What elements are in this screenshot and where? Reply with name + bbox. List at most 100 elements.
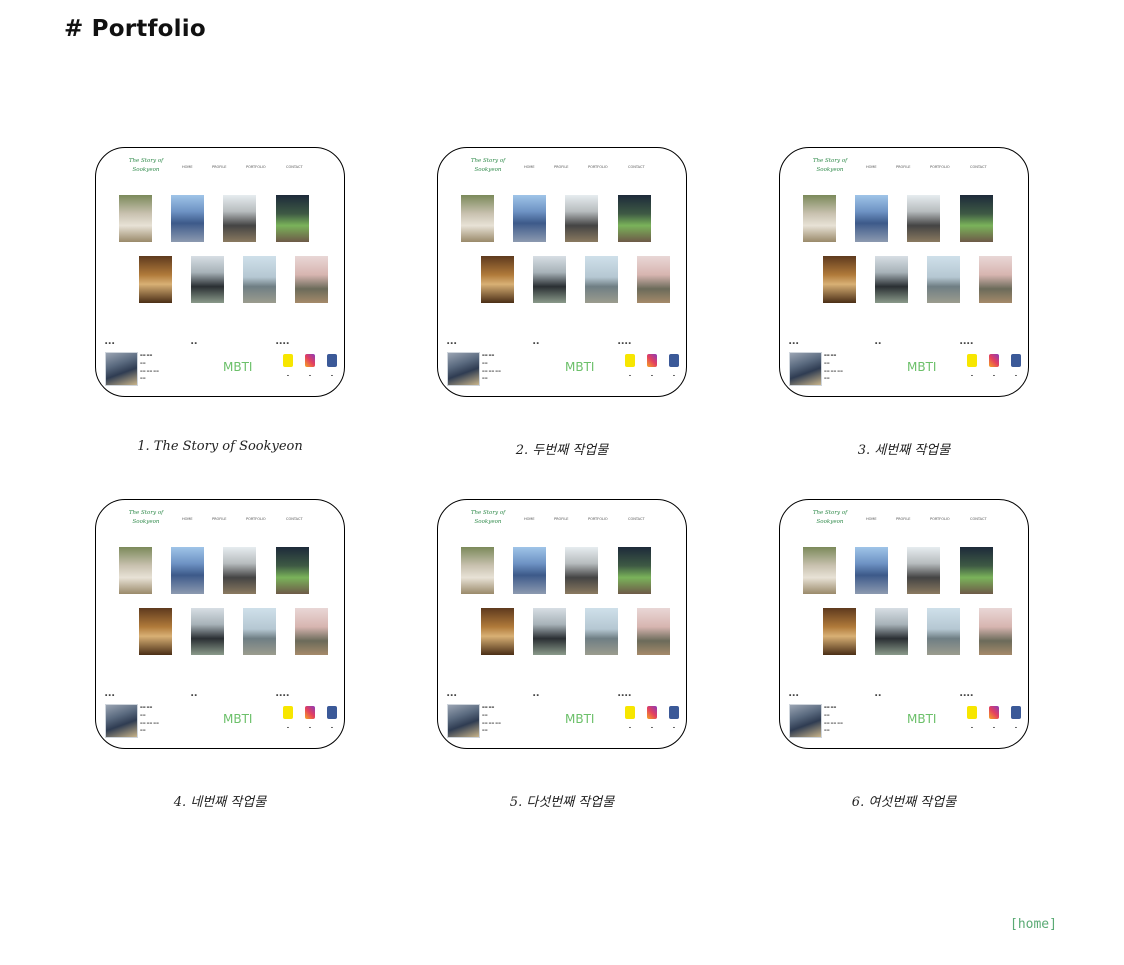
preview-profile-line: ▬▬ ▬▬ ▬▬ (482, 721, 501, 725)
preview-mbti: MBTI (565, 360, 595, 374)
portfolio-card[interactable]: The Story of Sookyeon HOME PROFILE PORTF… (437, 499, 687, 810)
photo-trees (223, 195, 256, 242)
photo-panda (119, 547, 152, 594)
preview-profile-line: ▬▬ ▬▬ (140, 705, 153, 709)
preview-profile-line: ▬▬ (140, 361, 146, 365)
preview-mbti: MBTI (223, 360, 253, 374)
portfolio-caption[interactable]: 5. 다섯번째 작업물 (407, 791, 717, 810)
photo-cafe (823, 256, 856, 303)
preview-section-label: ▪ ▪ ▪ ▪ (276, 341, 289, 345)
preview-nav-item: PROFILE (212, 517, 227, 521)
preview-profile-line: ▬▬ (140, 728, 146, 732)
photo-stadium (960, 547, 993, 594)
portfolio-thumbnail[interactable]: The Story of Sookyeon HOME PROFILE PORTF… (779, 499, 1029, 749)
portfolio-card[interactable]: The Story of Sookyeon HOME PROFILE PORTF… (779, 147, 1029, 458)
facebook-icon (327, 706, 337, 719)
preview-profile-line: ▬▬ (824, 713, 830, 717)
facebook-icon (669, 354, 679, 367)
preview-nav-item: CONTACT (970, 517, 987, 521)
photo-stadium (276, 195, 309, 242)
preview-nav-item: HOME (866, 517, 877, 521)
preview-profile-line: ▬▬ ▬▬ (824, 353, 837, 357)
photo-person-blossom (533, 256, 566, 303)
preview-section-label: ▪ ▪ (191, 693, 197, 697)
instagram-icon (989, 706, 999, 719)
portfolio-thumbnail[interactable]: The Story of Sookyeon HOME PROFILE PORTF… (779, 147, 1029, 397)
home-link[interactable]: [home] (1010, 917, 1057, 932)
preview-nav-item: CONTACT (628, 517, 645, 521)
preview-nav-item: CONTACT (970, 165, 987, 169)
facebook-icon (327, 354, 337, 367)
kakaotalk-icon (967, 354, 977, 367)
preview-mbti: MBTI (565, 712, 595, 726)
photo-person-blossom (875, 256, 908, 303)
preview-screenshot (789, 704, 822, 738)
photo-trees (565, 195, 598, 242)
preview-profile-line: ▬▬ ▬▬ ▬▬ (140, 369, 159, 373)
photo-panda (461, 195, 494, 242)
social-label: ▬ (970, 374, 974, 377)
photo-trees (907, 547, 940, 594)
preview-logo: The Story of Sookyeon (128, 510, 164, 525)
preview-nav-item: PORTFOLIO (588, 517, 608, 521)
preview-profile-line: ▬▬ ▬▬ (140, 353, 153, 357)
social-label: ▬ (672, 374, 676, 377)
photo-trees (907, 195, 940, 242)
social-label: ▬ (330, 374, 334, 377)
portfolio-thumbnail[interactable]: The Story of Sookyeon HOME PROFILE PORTF… (437, 499, 687, 749)
photo-river (585, 608, 618, 655)
preview-section-label: ▪ ▪ ▪ ▪ (618, 693, 631, 697)
preview-profile-line: ▬▬ ▬▬ (482, 353, 495, 357)
preview-nav-item: HOME (182, 517, 193, 521)
preview-nav-item: PORTFOLIO (930, 517, 950, 521)
portfolio-caption[interactable]: 6. 여섯번째 작업물 (749, 791, 1059, 810)
photo-stadium (960, 195, 993, 242)
preview-nav-item: PROFILE (554, 165, 569, 169)
preview-section-label: ▪ ▪ ▪ ▪ (618, 341, 631, 345)
portfolio-caption[interactable]: 1. The Story of Sookyeon (65, 439, 375, 454)
portfolio-thumbnail[interactable]: The Story of Sookyeon HOME PROFILE PORTF… (95, 147, 345, 397)
instagram-icon (305, 354, 315, 367)
photo-stadium (618, 547, 651, 594)
preview-profile-line: ▬▬ (824, 361, 830, 365)
portfolio-caption[interactable]: 4. 네번째 작업물 (65, 791, 375, 810)
portfolio-caption[interactable]: 3. 세번째 작업물 (749, 439, 1059, 458)
photo-cafe (139, 608, 172, 655)
facebook-icon (1011, 706, 1021, 719)
portfolio-caption[interactable]: 2. 두번째 작업물 (407, 439, 717, 458)
photo-cherry-blossom (637, 608, 670, 655)
preview-mbti: MBTI (907, 360, 937, 374)
social-label: ▬ (650, 726, 654, 729)
photo-river (243, 608, 276, 655)
preview-section-label: ▪ ▪ ▪ (789, 693, 799, 697)
preview-nav-item: HOME (524, 165, 535, 169)
preview-section-label: ▪ ▪ ▪ (447, 693, 457, 697)
portfolio-card[interactable]: The Story of Sookyeon HOME PROFILE PORTF… (437, 147, 687, 458)
social-label: ▬ (308, 726, 312, 729)
photo-person-blossom (875, 608, 908, 655)
social-label: ▬ (992, 374, 996, 377)
preview-logo: The Story of Sookyeon (128, 158, 164, 173)
preview-nav-item: PORTFOLIO (246, 517, 266, 521)
photo-road (855, 547, 888, 594)
photo-road (513, 547, 546, 594)
preview-nav-item: CONTACT (286, 165, 303, 169)
preview-section-label: ▪ ▪ ▪ ▪ (960, 693, 973, 697)
social-label: ▬ (308, 374, 312, 377)
preview-profile-line: ▬▬ ▬▬ ▬▬ (140, 721, 159, 725)
photo-river (927, 608, 960, 655)
portfolio-card[interactable]: The Story of Sookyeon HOME PROFILE PORTF… (779, 499, 1029, 810)
page-title: # Portfolio (64, 16, 206, 42)
social-label: ▬ (628, 374, 632, 377)
social-label: ▬ (1014, 374, 1018, 377)
photo-cafe (481, 256, 514, 303)
preview-mbti: MBTI (223, 712, 253, 726)
preview-nav-item: PROFILE (554, 517, 569, 521)
preview-nav-item: PORTFOLIO (930, 165, 950, 169)
portfolio-card[interactable]: The Story of Sookyeon HOME PROFILE PORTF… (95, 147, 345, 454)
portfolio-thumbnail[interactable]: The Story of Sookyeon HOME PROFILE PORTF… (95, 499, 345, 749)
portfolio-card[interactable]: The Story of Sookyeon HOME PROFILE PORTF… (95, 499, 345, 810)
preview-section-label: ▪ ▪ (533, 693, 539, 697)
kakaotalk-icon (625, 706, 635, 719)
portfolio-thumbnail[interactable]: The Story of Sookyeon HOME PROFILE PORTF… (437, 147, 687, 397)
